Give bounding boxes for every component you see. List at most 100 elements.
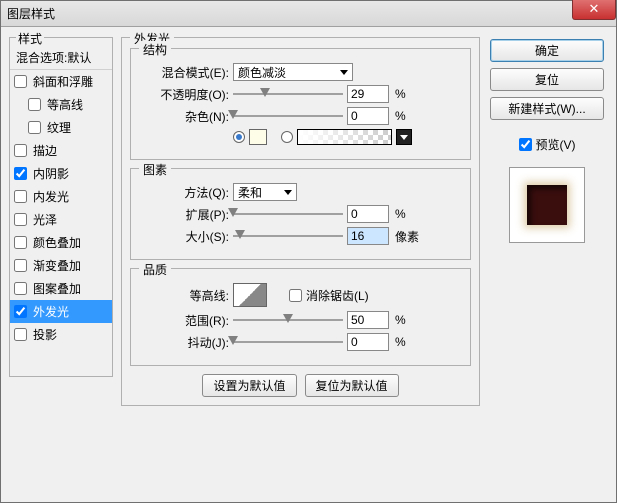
style-item-0[interactable]: 斜面和浮雕 [10, 70, 112, 93]
style-item-checkbox[interactable] [14, 305, 27, 318]
method-value: 柔和 [238, 184, 262, 201]
main-panel: 外发光 结构 混合模式(E): 颜色减淡 不透明度(O): [121, 37, 480, 492]
right-button-panel: 确定 复位 新建样式(W)... 预览(V) [488, 37, 606, 492]
blend-options-header[interactable]: 混合选项:默认 [10, 46, 112, 70]
style-item-label: 光泽 [33, 211, 57, 228]
new-style-button[interactable]: 新建样式(W)... [490, 97, 604, 120]
style-item-checkbox[interactable] [28, 98, 41, 111]
antialias-label: 消除锯齿(L) [306, 287, 369, 304]
style-item-label: 渐变叠加 [33, 257, 81, 274]
style-list: 斜面和浮雕等高线纹理描边内阴影内发光光泽颜色叠加渐变叠加图案叠加外发光投影 [10, 70, 112, 346]
quality-fieldset: 品质 等高线: 消除锯齿(L) 范围(R): % [130, 268, 471, 366]
close-button[interactable]: ✕ [572, 0, 616, 20]
style-list-panel: 样式 混合选项:默认 斜面和浮雕等高线纹理描边内阴影内发光光泽颜色叠加渐变叠加图… [9, 37, 113, 492]
style-item-checkbox[interactable] [14, 167, 27, 180]
style-item-label: 外发光 [33, 303, 69, 320]
spread-slider[interactable] [233, 205, 343, 223]
titlebar: 图层样式 ✕ [1, 1, 616, 27]
quality-legend: 品质 [139, 261, 171, 278]
method-label: 方法(Q): [141, 184, 229, 201]
style-item-label: 颜色叠加 [33, 234, 81, 251]
style-item-checkbox[interactable] [14, 213, 27, 226]
style-item-checkbox[interactable] [14, 75, 27, 88]
size-slider[interactable] [233, 227, 343, 245]
blend-mode-label: 混合模式(E): [141, 64, 229, 81]
style-item-6[interactable]: 光泽 [10, 208, 112, 231]
range-unit: % [395, 313, 406, 327]
style-item-label: 内发光 [33, 188, 69, 205]
range-slider[interactable] [233, 311, 343, 329]
antialias-checkbox[interactable] [289, 289, 302, 302]
outer-glow-section: 外发光 结构 混合模式(E): 颜色减淡 不透明度(O): [121, 37, 480, 406]
style-list-label: 样式 [16, 30, 44, 47]
jitter-unit: % [395, 335, 406, 349]
preview-checkbox[interactable] [519, 138, 532, 151]
style-item-label: 图案叠加 [33, 280, 81, 297]
style-item-7[interactable]: 颜色叠加 [10, 231, 112, 254]
noise-label: 杂色(N): [141, 108, 229, 125]
element-legend: 图素 [139, 161, 171, 178]
glow-gradient-swatch[interactable] [297, 129, 392, 145]
size-input[interactable] [347, 227, 389, 245]
style-item-5[interactable]: 内发光 [10, 185, 112, 208]
style-item-checkbox[interactable] [14, 282, 27, 295]
gradient-radio[interactable] [281, 131, 293, 143]
style-item-4[interactable]: 内阴影 [10, 162, 112, 185]
style-item-3[interactable]: 描边 [10, 139, 112, 162]
structure-legend: 结构 [139, 41, 171, 58]
style-item-checkbox[interactable] [28, 121, 41, 134]
style-item-checkbox[interactable] [14, 144, 27, 157]
method-select[interactable]: 柔和 [233, 183, 297, 201]
style-item-label: 斜面和浮雕 [33, 73, 93, 90]
chevron-down-icon [284, 190, 292, 195]
style-item-8[interactable]: 渐变叠加 [10, 254, 112, 277]
style-item-11[interactable]: 投影 [10, 323, 112, 346]
spread-unit: % [395, 207, 406, 221]
style-item-label: 内阴影 [33, 165, 69, 182]
opacity-label: 不透明度(O): [141, 86, 229, 103]
style-item-checkbox[interactable] [14, 236, 27, 249]
jitter-input[interactable] [347, 333, 389, 351]
set-default-button[interactable]: 设置为默认值 [202, 374, 296, 397]
jitter-label: 抖动(J): [141, 334, 229, 351]
preview-check-row[interactable]: 预览(V) [519, 136, 576, 153]
glow-color-swatch[interactable] [249, 129, 267, 145]
style-item-9[interactable]: 图案叠加 [10, 277, 112, 300]
preview-label: 预览(V) [536, 136, 576, 153]
style-item-2[interactable]: 纹理 [10, 116, 112, 139]
reset-default-button[interactable]: 复位为默认值 [305, 374, 399, 397]
window-title: 图层样式 [7, 5, 55, 22]
style-list-group: 样式 混合选项:默认 斜面和浮雕等高线纹理描边内阴影内发光光泽颜色叠加渐变叠加图… [9, 37, 113, 377]
jitter-slider[interactable] [233, 333, 343, 351]
opacity-slider[interactable] [233, 85, 343, 103]
dialog-window: 图层样式 ✕ 样式 混合选项:默认 斜面和浮雕等高线纹理描边内阴影内发光光泽颜色… [0, 0, 617, 503]
style-item-checkbox[interactable] [14, 328, 27, 341]
structure-fieldset: 结构 混合模式(E): 颜色减淡 不透明度(O): [130, 48, 471, 160]
spread-label: 扩展(P): [141, 206, 229, 223]
opacity-unit: % [395, 87, 406, 101]
style-item-checkbox[interactable] [14, 190, 27, 203]
style-item-1[interactable]: 等高线 [10, 93, 112, 116]
opacity-input[interactable] [347, 85, 389, 103]
style-item-label: 描边 [33, 142, 57, 159]
size-label: 大小(S): [141, 228, 229, 245]
preview-swatch [509, 167, 585, 243]
blend-mode-select[interactable]: 颜色减淡 [233, 63, 353, 81]
ok-button[interactable]: 确定 [490, 39, 604, 62]
gradient-dropdown-icon[interactable] [396, 129, 412, 145]
style-item-checkbox[interactable] [14, 259, 27, 272]
preview-inner [527, 185, 567, 225]
blend-mode-value: 颜色减淡 [238, 64, 286, 81]
contour-picker[interactable] [233, 283, 267, 307]
close-icon: ✕ [589, 1, 600, 16]
style-item-10[interactable]: 外发光 [10, 300, 112, 323]
noise-slider[interactable] [233, 107, 343, 125]
spread-input[interactable] [347, 205, 389, 223]
contour-label: 等高线: [141, 287, 229, 304]
solid-color-radio[interactable] [233, 131, 245, 143]
style-item-label: 等高线 [47, 96, 83, 113]
range-input[interactable] [347, 311, 389, 329]
cancel-button[interactable]: 复位 [490, 68, 604, 91]
noise-input[interactable] [347, 107, 389, 125]
element-fieldset: 图素 方法(Q): 柔和 扩展(P): [130, 168, 471, 260]
